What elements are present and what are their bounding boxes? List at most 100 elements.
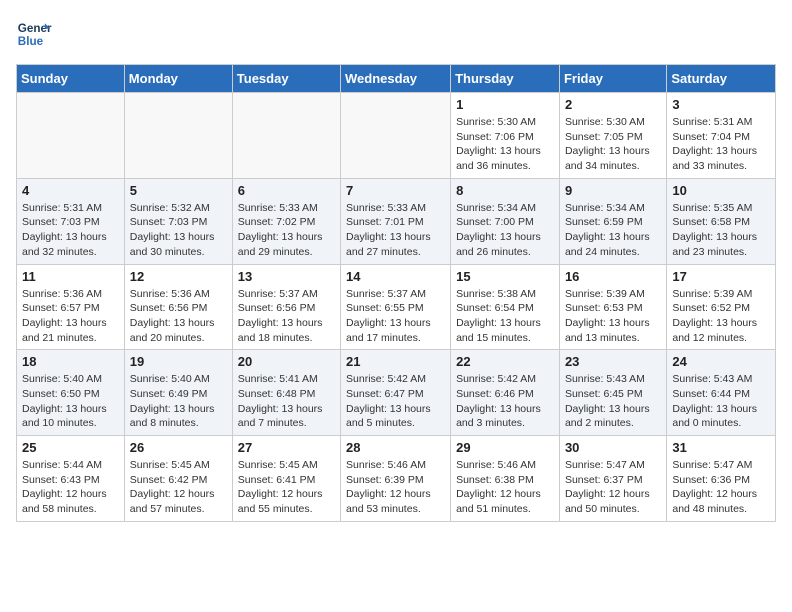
day-number: 6	[238, 183, 335, 198]
calendar-cell: 13 Sunrise: 5:37 AM Sunset: 6:56 PM Dayli…	[232, 264, 340, 350]
day-info: Sunrise: 5:42 AM Sunset: 6:46 PM Dayligh…	[456, 372, 554, 431]
calendar-cell: 24 Sunrise: 5:43 AM Sunset: 6:44 PM Dayli…	[667, 350, 776, 436]
calendar-cell	[124, 93, 232, 179]
calendar-cell: 1 Sunrise: 5:30 AM Sunset: 7:06 PM Daylig…	[451, 93, 560, 179]
day-info: Sunrise: 5:36 AM Sunset: 6:57 PM Dayligh…	[22, 287, 119, 346]
calendar-cell: 2Sunrise: 5:30 AM Sunset: 7:05 PM Daylig…	[559, 93, 666, 179]
day-number: 27	[238, 440, 335, 455]
day-number: 29	[456, 440, 554, 455]
day-number: 10	[672, 183, 770, 198]
day-info: Sunrise: 5:30 AM Sunset: 7:06 PM Dayligh…	[456, 115, 554, 174]
day-number: 23	[565, 354, 661, 369]
calendar-cell: 19 Sunrise: 5:40 AM Sunset: 6:49 PM Dayli…	[124, 350, 232, 436]
calendar-cell: 18Sunrise: 5:40 AM Sunset: 6:50 PM Dayli…	[17, 350, 125, 436]
day-number: 12	[130, 269, 227, 284]
day-number: 26	[130, 440, 227, 455]
day-number: 28	[346, 440, 445, 455]
day-number: 9	[565, 183, 661, 198]
day-number: 1	[456, 97, 554, 112]
day-info: Sunrise: 5:43 AM Sunset: 6:45 PM Dayligh…	[565, 372, 661, 431]
calendar-cell: 15 Sunrise: 5:38 AM Sunset: 6:54 PM Dayli…	[451, 264, 560, 350]
day-info: Sunrise: 5:40 AM Sunset: 6:49 PM Dayligh…	[130, 372, 227, 431]
day-info: Sunrise: 5:43 AM Sunset: 6:44 PM Dayligh…	[672, 372, 770, 431]
calendar-cell: 5 Sunrise: 5:32 AM Sunset: 7:03 PM Daylig…	[124, 178, 232, 264]
weekday-header: Sunday	[17, 65, 125, 93]
logo-icon: General Blue	[16, 16, 52, 52]
calendar-cell: 17Sunrise: 5:39 AM Sunset: 6:52 PM Dayli…	[667, 264, 776, 350]
calendar-cell: 30Sunrise: 5:47 AM Sunset: 6:37 PM Dayli…	[559, 436, 666, 522]
day-number: 5	[130, 183, 227, 198]
calendar-cell: 27 Sunrise: 5:45 AM Sunset: 6:41 PM Dayli…	[232, 436, 340, 522]
day-info: Sunrise: 5:40 AM Sunset: 6:50 PM Dayligh…	[22, 372, 119, 431]
calendar-cell	[17, 93, 125, 179]
day-number: 16	[565, 269, 661, 284]
day-info: Sunrise: 5:31 AM Sunset: 7:04 PM Dayligh…	[672, 115, 770, 174]
day-info: Sunrise: 5:34 AM Sunset: 7:00 PM Dayligh…	[456, 201, 554, 260]
day-number: 25	[22, 440, 119, 455]
day-number: 19	[130, 354, 227, 369]
day-number: 11	[22, 269, 119, 284]
day-number: 3	[672, 97, 770, 112]
svg-text:Blue: Blue	[18, 35, 44, 48]
calendar-cell: 11 Sunrise: 5:36 AM Sunset: 6:57 PM Dayli…	[17, 264, 125, 350]
day-info: Sunrise: 5:47 AM Sunset: 6:36 PM Dayligh…	[672, 458, 770, 517]
calendar-cell: 14Sunrise: 5:37 AM Sunset: 6:55 PM Dayli…	[341, 264, 451, 350]
day-info: Sunrise: 5:42 AM Sunset: 6:47 PM Dayligh…	[346, 372, 445, 431]
calendar-cell: 31 Sunrise: 5:47 AM Sunset: 6:36 PM Dayli…	[667, 436, 776, 522]
logo: General Blue	[16, 16, 52, 52]
day-number: 21	[346, 354, 445, 369]
day-info: Sunrise: 5:33 AM Sunset: 7:01 PM Dayligh…	[346, 201, 445, 260]
day-number: 2	[565, 97, 661, 112]
calendar-week-row: 4 Sunrise: 5:31 AM Sunset: 7:03 PM Daylig…	[17, 178, 776, 264]
day-info: Sunrise: 5:45 AM Sunset: 6:41 PM Dayligh…	[238, 458, 335, 517]
day-info: Sunrise: 5:33 AM Sunset: 7:02 PM Dayligh…	[238, 201, 335, 260]
calendar-cell: 8 Sunrise: 5:34 AM Sunset: 7:00 PM Daylig…	[451, 178, 560, 264]
day-number: 17	[672, 269, 770, 284]
calendar-week-row: 18Sunrise: 5:40 AM Sunset: 6:50 PM Dayli…	[17, 350, 776, 436]
weekday-header: Wednesday	[341, 65, 451, 93]
day-number: 13	[238, 269, 335, 284]
svg-text:General: General	[18, 22, 52, 35]
day-info: Sunrise: 5:39 AM Sunset: 6:53 PM Dayligh…	[565, 287, 661, 346]
weekday-header: Thursday	[451, 65, 560, 93]
weekday-header: Friday	[559, 65, 666, 93]
day-info: Sunrise: 5:32 AM Sunset: 7:03 PM Dayligh…	[130, 201, 227, 260]
day-info: Sunrise: 5:37 AM Sunset: 6:56 PM Dayligh…	[238, 287, 335, 346]
calendar-cell: 4 Sunrise: 5:31 AM Sunset: 7:03 PM Daylig…	[17, 178, 125, 264]
day-number: 22	[456, 354, 554, 369]
calendar-cell	[341, 93, 451, 179]
calendar-cell: 25 Sunrise: 5:44 AM Sunset: 6:43 PM Dayli…	[17, 436, 125, 522]
day-number: 15	[456, 269, 554, 284]
calendar-cell: 3 Sunrise: 5:31 AM Sunset: 7:04 PM Daylig…	[667, 93, 776, 179]
calendar-week-row: 11 Sunrise: 5:36 AM Sunset: 6:57 PM Dayli…	[17, 264, 776, 350]
weekday-header: Saturday	[667, 65, 776, 93]
calendar-table: SundayMondayTuesdayWednesdayThursdayFrid…	[16, 64, 776, 522]
calendar-cell: 29Sunrise: 5:46 AM Sunset: 6:38 PM Dayli…	[451, 436, 560, 522]
day-info: Sunrise: 5:37 AM Sunset: 6:55 PM Dayligh…	[346, 287, 445, 346]
calendar-cell	[232, 93, 340, 179]
day-info: Sunrise: 5:44 AM Sunset: 6:43 PM Dayligh…	[22, 458, 119, 517]
day-number: 24	[672, 354, 770, 369]
day-info: Sunrise: 5:35 AM Sunset: 6:58 PM Dayligh…	[672, 201, 770, 260]
day-number: 7	[346, 183, 445, 198]
day-number: 30	[565, 440, 661, 455]
day-number: 20	[238, 354, 335, 369]
calendar-cell: 10 Sunrise: 5:35 AM Sunset: 6:58 PM Dayli…	[667, 178, 776, 264]
day-info: Sunrise: 5:46 AM Sunset: 6:39 PM Dayligh…	[346, 458, 445, 517]
calendar-cell: 28 Sunrise: 5:46 AM Sunset: 6:39 PM Dayli…	[341, 436, 451, 522]
calendar-cell: 26 Sunrise: 5:45 AM Sunset: 6:42 PM Dayli…	[124, 436, 232, 522]
day-info: Sunrise: 5:45 AM Sunset: 6:42 PM Dayligh…	[130, 458, 227, 517]
calendar-cell: 7 Sunrise: 5:33 AM Sunset: 7:01 PM Daylig…	[341, 178, 451, 264]
weekday-header: Tuesday	[232, 65, 340, 93]
day-number: 4	[22, 183, 119, 198]
calendar-cell: 20Sunrise: 5:41 AM Sunset: 6:48 PM Dayli…	[232, 350, 340, 436]
weekday-header-row: SundayMondayTuesdayWednesdayThursdayFrid…	[17, 65, 776, 93]
day-info: Sunrise: 5:31 AM Sunset: 7:03 PM Dayligh…	[22, 201, 119, 260]
calendar-cell: 16 Sunrise: 5:39 AM Sunset: 6:53 PM Dayli…	[559, 264, 666, 350]
weekday-header: Monday	[124, 65, 232, 93]
calendar-cell: 6 Sunrise: 5:33 AM Sunset: 7:02 PM Daylig…	[232, 178, 340, 264]
day-number: 31	[672, 440, 770, 455]
day-info: Sunrise: 5:38 AM Sunset: 6:54 PM Dayligh…	[456, 287, 554, 346]
day-number: 8	[456, 183, 554, 198]
calendar-week-row: 1 Sunrise: 5:30 AM Sunset: 7:06 PM Daylig…	[17, 93, 776, 179]
